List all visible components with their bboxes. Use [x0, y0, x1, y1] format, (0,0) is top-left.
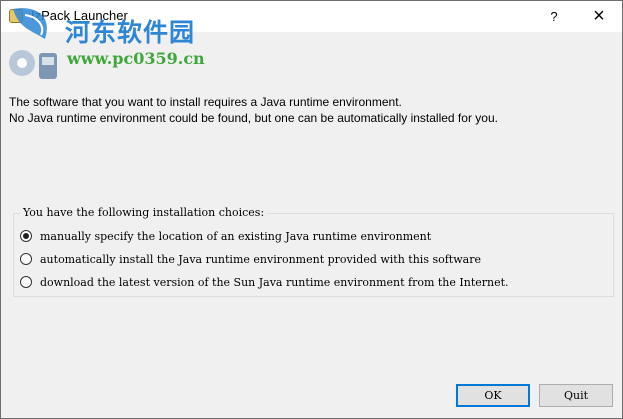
watermark-site-name: 河东软件园 — [65, 18, 196, 47]
radio-option-automatic[interactable]: automatically install the Java runtime e… — [20, 251, 481, 267]
message-line-1: The software that you want to install re… — [9, 95, 402, 109]
launcher-window: IzPack Launcher ? × 河东软件园 www.pc0359.cn … — [0, 0, 623, 419]
installation-choices-group: You have the following installation choi… — [13, 206, 614, 297]
radio-button-checked[interactable] — [20, 230, 32, 242]
radio-label[interactable]: download the latest version of the Sun J… — [40, 276, 509, 289]
ok-button[interactable]: OK — [456, 384, 530, 407]
message-line-2: No Java runtime environment could be fou… — [9, 111, 498, 125]
radio-option-download[interactable]: download the latest version of the Sun J… — [20, 274, 509, 290]
radio-label[interactable]: manually specify the location of an exis… — [40, 230, 431, 243]
radio-button[interactable] — [20, 253, 32, 265]
radio-button[interactable] — [20, 276, 32, 288]
watermark: 河东软件园 www.pc0359.cn — [1, 1, 231, 85]
choices-legend: You have the following installation choi… — [20, 206, 268, 219]
help-button[interactable]: ? — [539, 1, 569, 32]
message-text: The software that you want to install re… — [9, 94, 498, 126]
radio-option-manual[interactable]: manually specify the location of an exis… — [20, 228, 431, 244]
close-button[interactable]: × — [581, 1, 617, 32]
quit-button[interactable]: Quit — [539, 384, 613, 407]
watermark-site-url: www.pc0359.cn — [67, 49, 205, 68]
radio-label[interactable]: automatically install the Java runtime e… — [40, 253, 481, 266]
watermark-logo-icon — [9, 8, 57, 79]
